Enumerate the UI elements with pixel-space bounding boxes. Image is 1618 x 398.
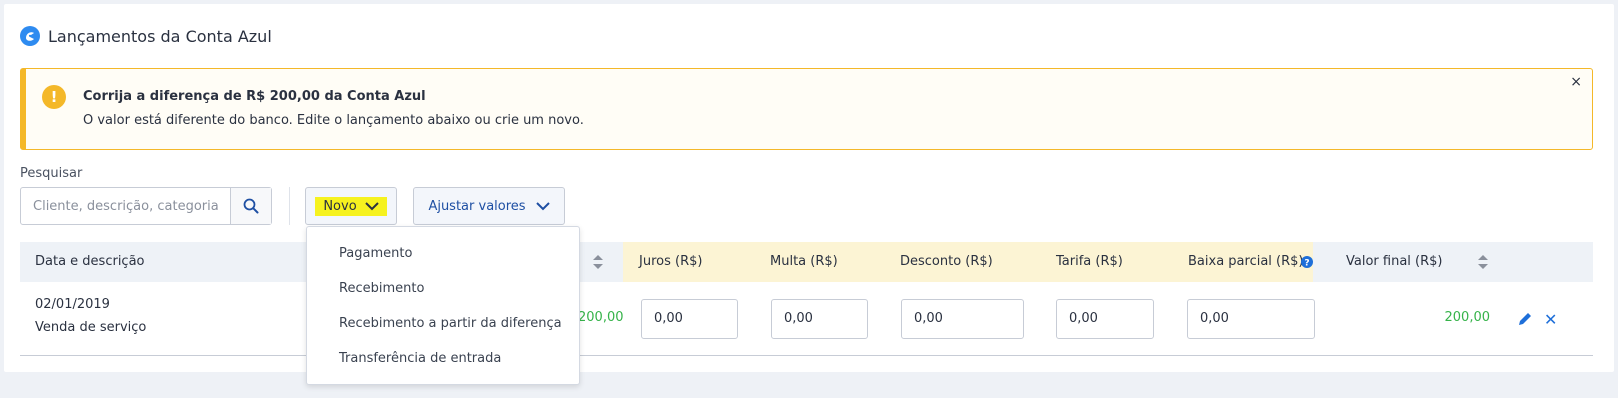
- alert-title: Corrija a diferença de R$ 200,00 da Cont…: [83, 89, 426, 104]
- row-divider: [20, 355, 1593, 356]
- col-valor-final[interactable]: Valor final (R$): [1346, 254, 1442, 269]
- novo-highlight: Novo: [315, 196, 387, 216]
- row-description: Venda de serviço: [35, 320, 147, 335]
- col-multa: Multa (R$): [770, 254, 838, 269]
- col-tarifa: Tarifa (R$): [1056, 254, 1123, 269]
- juros-field[interactable]: 0,00: [641, 299, 738, 339]
- chevron-down-icon: [364, 201, 379, 210]
- menu-item-recebimento[interactable]: Recebimento: [339, 281, 424, 296]
- search-input[interactable]: [21, 188, 231, 224]
- sort-icon[interactable]: [593, 255, 603, 269]
- row-valor: 200,00: [578, 310, 624, 325]
- alert-text: O valor está diferente do banco. Edite o…: [83, 113, 584, 128]
- row-date: 02/01/2019: [35, 297, 110, 312]
- difference-alert: ! Corrija a diferença de R$ 200,00 da Co…: [20, 68, 1593, 150]
- search-box: [20, 187, 272, 225]
- close-icon[interactable]: ✕: [1544, 310, 1557, 329]
- desconto-field[interactable]: 0,00: [901, 299, 1024, 339]
- menu-item-recebimento-diferenca[interactable]: Recebimento a partir da diferença: [339, 316, 562, 331]
- exclamation-icon: !: [42, 85, 66, 109]
- svg-text:?: ?: [1304, 259, 1309, 269]
- novo-button[interactable]: Novo: [305, 187, 397, 225]
- sort-icon[interactable]: [1478, 255, 1488, 269]
- col-juros: Juros (R$): [639, 254, 703, 269]
- search-button[interactable]: [230, 188, 271, 224]
- multa-field[interactable]: 0,00: [771, 299, 868, 339]
- tarifa-field[interactable]: 0,00: [1056, 299, 1154, 339]
- close-icon[interactable]: ×: [1570, 74, 1582, 90]
- search-label: Pesquisar: [20, 166, 83, 181]
- row-valor-final: 200,00: [1444, 310, 1491, 325]
- novo-dropdown-menu: Pagamento Recebimento Recebimento a part…: [306, 226, 580, 385]
- conta-azul-logo-icon: [20, 26, 40, 46]
- col-baixa-parcial: Baixa parcial (R$): [1188, 254, 1304, 269]
- col-data-descricao[interactable]: Data e descrição: [35, 254, 145, 269]
- menu-item-pagamento[interactable]: Pagamento: [339, 246, 412, 261]
- table-header: Data e descrição Juros (R$) Multa (R$) D…: [20, 242, 1593, 282]
- ajustar-valores-button[interactable]: Ajustar valores: [413, 187, 565, 225]
- toolbar-divider: [289, 187, 290, 225]
- search-icon: [243, 198, 259, 214]
- col-desconto: Desconto (R$): [900, 254, 993, 269]
- page-header: Lançamentos da Conta Azul: [20, 26, 272, 46]
- ajustar-label: Ajustar valores: [428, 198, 526, 214]
- baixa-parcial-field[interactable]: 0,00: [1187, 299, 1315, 339]
- novo-label: Novo: [323, 198, 357, 214]
- help-icon[interactable]: ?: [1301, 256, 1313, 268]
- page-title: Lançamentos da Conta Azul: [48, 26, 272, 46]
- chevron-down-icon: [535, 201, 550, 210]
- menu-item-transferencia-entrada[interactable]: Transferência de entrada: [339, 351, 501, 366]
- pencil-icon[interactable]: [1517, 311, 1533, 327]
